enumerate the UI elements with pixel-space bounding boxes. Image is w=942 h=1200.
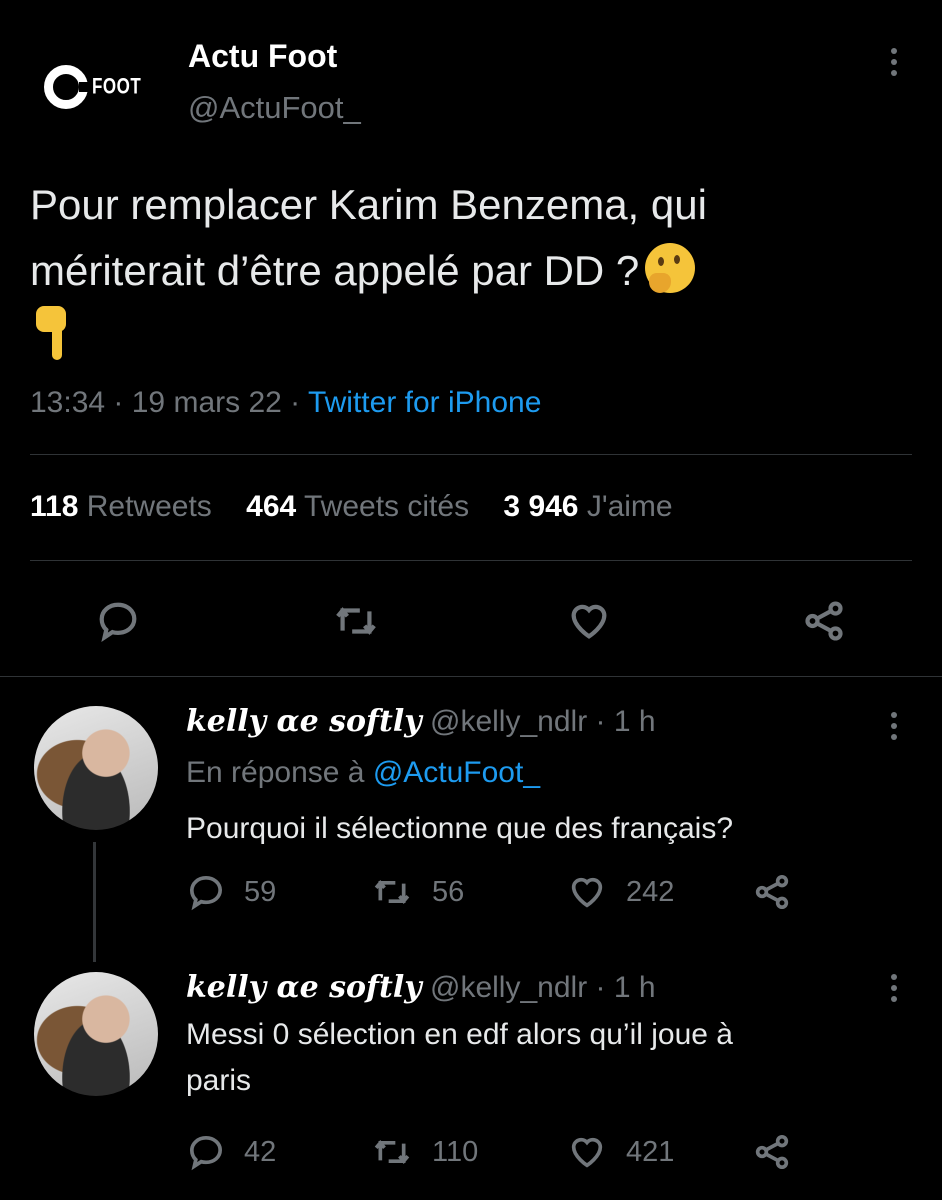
share-button[interactable] [800,598,848,644]
pointing-down-emoji-icon [36,306,66,362]
like-button[interactable] [564,598,614,644]
reply-button[interactable] [94,598,142,644]
retweet-button[interactable] [330,598,382,644]
retweet-icon [336,607,376,635]
divider [30,560,912,561]
reply-display-name[interactable]: kelly ɑe softly [186,970,422,1005]
reply-handle[interactable]: @kelly_ndlr [430,971,587,1004]
more-options-icon[interactable] [884,42,904,82]
share-icon [755,1135,789,1169]
retweet-button[interactable]: 56 [370,872,464,912]
main-tweet: FOOT Actu Foot @ActuFoot_ Pour remplacer… [0,0,942,680]
reply-age: 1 h [613,705,656,738]
heart-icon [571,1137,603,1168]
share-button[interactable] [752,1132,792,1172]
reply-icon [189,875,223,911]
likes-stat[interactable]: 3 946 J'aime [503,490,672,523]
reply-icon [189,1135,223,1171]
quotes-stat[interactable]: 464 Tweets cités [246,490,469,523]
retweet-button[interactable]: 110 [370,1132,478,1172]
share-icon [805,601,843,641]
more-options-icon[interactable] [884,968,904,1008]
share-icon [755,875,789,909]
reply-handle[interactable]: @kelly_ndlr [430,705,587,738]
logo-ring-icon [44,65,88,109]
tweet-time: 13:34 [30,386,106,419]
reply-display-name[interactable]: kelly ɑe softly [186,704,422,739]
tweet-text-line1: Pour remplacer Karim Benzema, qui [30,181,707,228]
reply-button[interactable]: 59 [186,872,276,912]
tweet-date: 19 mars 22 [131,386,282,419]
like-button[interactable]: 421 [566,1132,674,1172]
like-button[interactable]: 242 [566,872,674,912]
more-options-icon[interactable] [884,706,904,746]
divider [30,454,912,455]
avatar[interactable] [34,972,158,1096]
like-count: 242 [626,875,675,908]
retweet-icon [374,1139,410,1165]
reply-text: Pourquoi il sélectionne que des français… [186,812,734,845]
reply-age: 1 h [613,971,656,1004]
author-handle[interactable]: @ActuFoot_ [188,90,361,126]
logo-text: FOOT [92,74,142,99]
like-count: 421 [626,1135,675,1168]
reply-author: kelly ɑe softly @kelly_ndlr · 1 h [186,970,656,1005]
retweet-count: 110 [432,1135,479,1168]
tweet-text-line2: mériterait d’être appelé par DD ? [30,247,640,294]
tweet-meta: 13:34 · 19 mars 22 · Twitter for iPhone [30,386,542,419]
actufoot-logo[interactable]: FOOT [44,62,144,112]
reply-author: kelly ɑe softly @kelly_ndlr · 1 h [186,704,656,739]
heart-icon [571,604,607,639]
reply-to-handle-link[interactable]: @ActuFoot_ [373,756,540,789]
tweet-stats: 118 Retweets 464 Tweets cités 3 946 J'ai… [30,490,699,524]
reply-to-line: En réponse à @ActuFoot_ [186,756,541,789]
divider [0,676,942,677]
retweet-icon [374,879,410,905]
reply-icon [99,602,137,642]
thread-line [93,842,96,962]
tweet-text: Pour remplacer Karim Benzema, qui mérite… [30,172,910,362]
tweet-source-link[interactable]: Twitter for iPhone [308,386,541,419]
reply-count: 42 [244,1135,277,1168]
retweet-count: 56 [432,875,465,908]
avatar[interactable] [34,706,158,830]
reply-count: 59 [244,875,277,908]
retweets-stat[interactable]: 118 Retweets [30,490,212,523]
share-button[interactable] [752,872,792,912]
reply-button[interactable]: 42 [186,1132,276,1172]
author-name[interactable]: Actu Foot [188,38,337,75]
thinking-face-emoji-icon [645,243,696,293]
reply-text: Messi 0 sélection en edf alors qu’il jou… [186,1018,733,1097]
heart-icon [571,877,603,908]
